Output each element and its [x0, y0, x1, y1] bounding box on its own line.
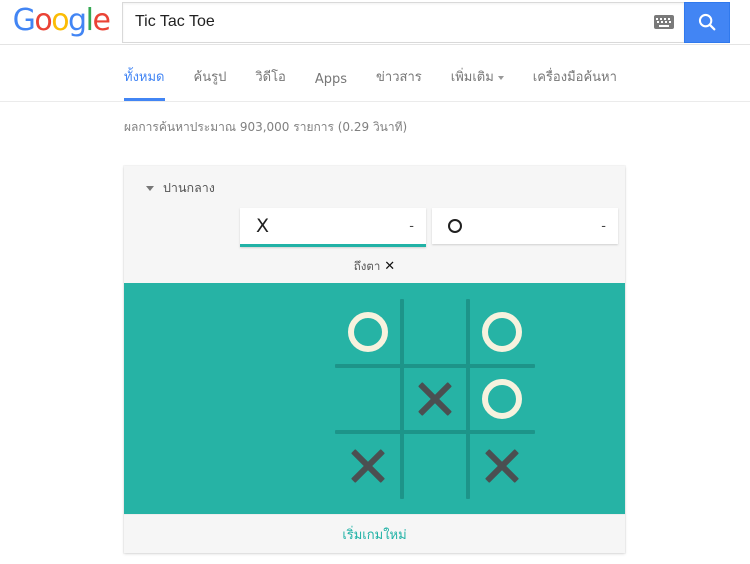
tic-tac-toe-card: ปานกลาง X - - ถึงตา ✕ เริ่มเกมใหม่ — [124, 166, 625, 553]
tab-apps[interactable]: Apps — [315, 72, 347, 101]
tab-videos[interactable]: วิดีโอ — [255, 66, 286, 101]
search-button[interactable] — [684, 1, 730, 43]
tab-news-label: ข่าวสาร — [376, 70, 422, 85]
tab-more[interactable]: เพิ่มเติม — [451, 66, 504, 101]
board-cell-2[interactable] — [469, 299, 535, 365]
board-piece-x — [481, 445, 523, 487]
search-nav-tabs: ทั้งหมด ค้นรูป วิดีโอ Apps ข่าวสาร เพิ่ม… — [0, 45, 750, 102]
keyboard-icon[interactable] — [654, 15, 674, 29]
search-icon — [698, 13, 716, 31]
o-mark-icon — [448, 219, 462, 233]
tab-all-label: ทั้งหมด — [124, 70, 165, 85]
board-piece-o — [482, 312, 522, 352]
tab-more-label: เพิ่มเติม — [450, 70, 494, 85]
logo-letter-l: l — [85, 3, 94, 38]
new-game-button[interactable]: เริ่มเกมใหม่ — [342, 524, 406, 545]
result-stats: ผลการค้นหาประมาณ 903,000 รายการ (0.29 วิ… — [124, 120, 408, 134]
score-box-o[interactable]: - — [432, 208, 618, 244]
scoreboard: X - - — [240, 208, 618, 247]
board-piece-o — [482, 379, 522, 419]
score-o-value: - — [601, 218, 606, 234]
difficulty-label: ปานกลาง — [163, 180, 215, 195]
logo-letter-g2: g — [68, 3, 87, 38]
tab-news[interactable]: ข่าวสาร — [376, 66, 422, 101]
game-controls: ปานกลาง X - - ถึงตา ✕ — [124, 166, 625, 283]
difficulty-selector[interactable]: ปานกลาง — [146, 178, 215, 198]
tic-tac-toe-board — [335, 299, 535, 499]
chevron-down-icon — [497, 75, 504, 80]
logo-letter-o2: o — [51, 3, 69, 38]
logo-letter-e: e — [92, 3, 110, 38]
tab-apps-label: Apps — [314, 72, 348, 87]
tab-search-tools[interactable]: เครื่องมือค้นหา — [533, 66, 617, 101]
logo-letter-o1: o — [34, 3, 52, 38]
page-header: Google — [0, 0, 750, 45]
turn-indicator: ถึงตา ✕ — [124, 258, 625, 276]
tab-images-label: ค้นรูป — [193, 70, 227, 85]
board-piece-o — [348, 312, 388, 352]
turn-mark: ✕ — [384, 259, 396, 274]
board-cell-4[interactable] — [402, 366, 468, 432]
tab-images[interactable]: ค้นรูป — [194, 66, 227, 101]
tab-search-tools-label: เครื่องมือค้นหา — [532, 70, 617, 85]
board-cell-3[interactable] — [335, 366, 401, 432]
tab-all[interactable]: ทั้งหมด — [124, 66, 165, 101]
board-cell-6[interactable] — [335, 433, 401, 499]
board-cell-0[interactable] — [335, 299, 401, 365]
board-piece-x — [347, 445, 389, 487]
logo-letter-g1: G — [12, 3, 36, 38]
game-footer: เริ่มเกมใหม่ — [124, 514, 625, 553]
search-bar — [122, 1, 730, 43]
score-box-x[interactable]: X - — [240, 208, 426, 247]
caret-down-icon — [146, 185, 154, 191]
board-cell-7[interactable] — [402, 433, 468, 499]
board-cell-5[interactable] — [469, 366, 535, 432]
google-logo[interactable]: Google — [0, 3, 122, 41]
board-piece-x — [414, 378, 456, 420]
score-x-value: - — [409, 218, 414, 234]
board-cell-8[interactable] — [469, 433, 535, 499]
search-input[interactable] — [135, 13, 648, 31]
game-board-area — [124, 283, 625, 514]
x-mark-icon: X — [256, 214, 270, 237]
tab-videos-label: วิดีโอ — [255, 70, 286, 85]
board-cell-1[interactable] — [402, 299, 468, 365]
search-input-container[interactable] — [122, 1, 684, 43]
turn-label: ถึงตา — [353, 259, 381, 273]
